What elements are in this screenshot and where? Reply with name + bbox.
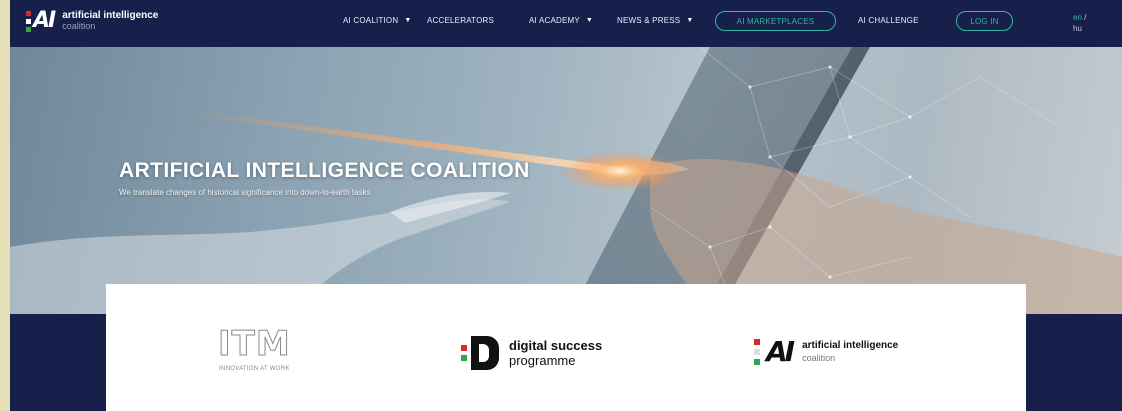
- hero-subtitle: We translate changes of historical signi…: [119, 188, 371, 197]
- nav-item-ai-academy[interactable]: AI ACADEMY ▼: [529, 16, 593, 25]
- nav-label: NEWS & PRESS: [617, 16, 681, 25]
- partner-logos: ITM INNOVATION AT WORK digital success p…: [106, 284, 1026, 411]
- top-navbar: AI artificial intelligence coalition AI …: [10, 0, 1122, 47]
- aic-line-2: coalition: [802, 353, 836, 363]
- nav-item-ai-coalition[interactable]: AI COALITION ▼: [343, 16, 411, 25]
- itm-mark: ITM: [218, 324, 291, 364]
- hero-title: ARTIFICIAL INTELLIGENCE COALITION: [119, 159, 530, 182]
- hero-banner: ARTIFICIAL INTELLIGENCE COALITION We tra…: [10, 47, 1122, 314]
- aic-line-1: artificial intelligence: [802, 340, 899, 351]
- lang-en-link[interactable]: en: [1073, 13, 1082, 22]
- login-button[interactable]: LOG IN: [956, 11, 1013, 31]
- dsp-line-1: digital success: [509, 338, 603, 353]
- itm-tagline: INNOVATION AT WORK: [219, 366, 290, 372]
- caret-down-icon: ▼: [686, 17, 694, 24]
- logo-ai-mark: AI: [33, 8, 56, 33]
- ai-coalition-logo[interactable]: AI artificial intelligence coalition: [754, 338, 898, 366]
- lang-separator: /: [1084, 13, 1087, 22]
- caret-down-icon: ▼: [404, 17, 412, 24]
- nav-label: AI COALITION: [343, 16, 399, 25]
- nav-item-accelerators[interactable]: ACCELERATORS: [427, 16, 494, 25]
- dsp-line-2: programme: [509, 353, 576, 368]
- itm-logo[interactable]: ITM INNOVATION AT WORK: [218, 324, 291, 373]
- site-logo[interactable]: AI artificial intelligence coalition: [26, 10, 158, 32]
- aic-wordmark: artificial intelligence coalition: [802, 340, 898, 364]
- flag-dots-icon: [26, 10, 31, 32]
- ai-marketplaces-button[interactable]: AI MARKETPLACES: [715, 11, 836, 31]
- dsp-wordmark: digital success programme: [509, 338, 602, 368]
- aic-ai-mark: AI: [766, 335, 795, 368]
- caret-down-icon: ▼: [585, 17, 594, 24]
- page: AI artificial intelligence coalition AI …: [10, 0, 1122, 411]
- digital-success-programme-logo[interactable]: digital success programme: [461, 336, 602, 370]
- logo-line-1: artificial intelligence: [62, 10, 159, 21]
- logo-line-2: coalition: [62, 21, 96, 31]
- nav-label: AI ACADEMY: [529, 16, 580, 25]
- lang-hu-link[interactable]: hu: [1073, 23, 1086, 34]
- d-letter-icon: [471, 336, 499, 370]
- flag-dots-icon: [754, 339, 760, 365]
- nav-item-news-press[interactable]: NEWS & PRESS ▼: [617, 16, 693, 25]
- nav-label: ACCELERATORS: [427, 16, 495, 25]
- flag-dots-icon: [461, 345, 467, 361]
- nav-label: AI CHALLENGE: [858, 16, 919, 25]
- nav-item-ai-challenge[interactable]: AI CHALLENGE: [858, 16, 919, 25]
- logo-wordmark: artificial intelligence coalition: [62, 10, 158, 32]
- language-switcher: en / hu: [1073, 12, 1086, 34]
